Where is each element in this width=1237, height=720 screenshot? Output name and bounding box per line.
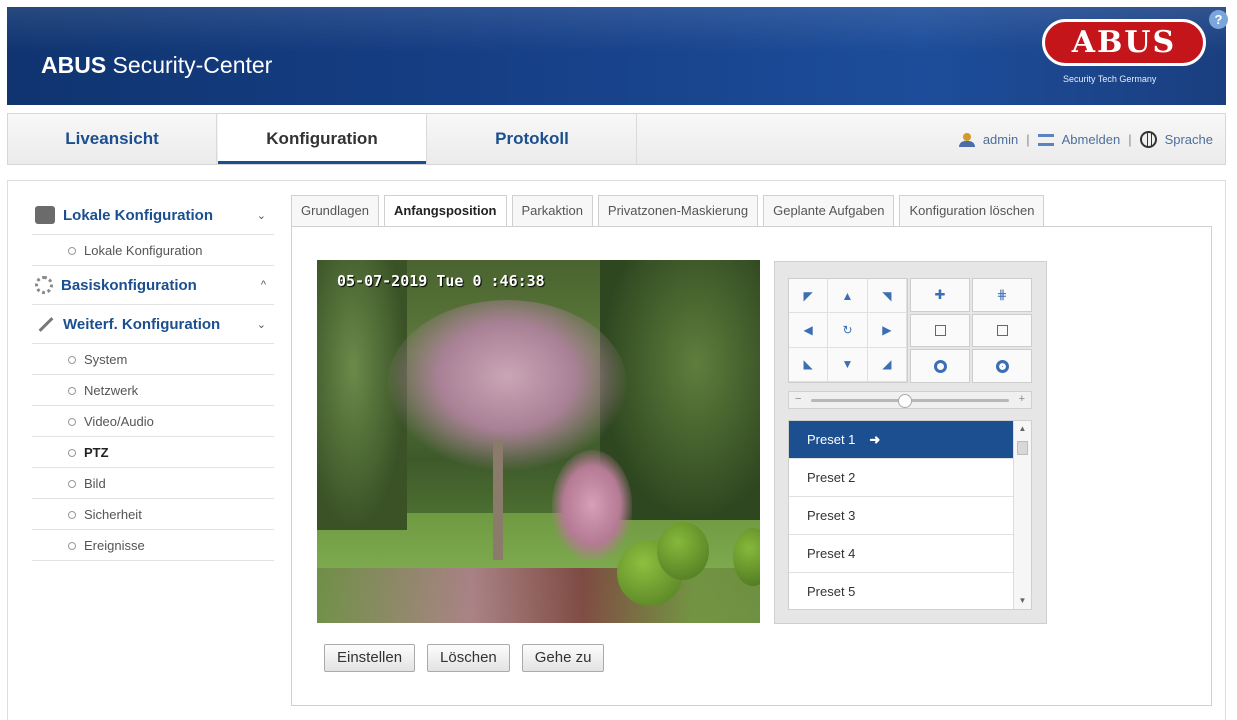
preset-item-4[interactable]: Preset 4 (789, 535, 1013, 573)
app-title-brand: ABUS (41, 52, 107, 78)
wrench-icon (35, 315, 55, 333)
video-scene (493, 440, 503, 560)
sidebar-item-ptz[interactable]: PTZ (32, 437, 274, 468)
language-link[interactable]: Sprache (1165, 132, 1213, 147)
app-title-rest: Security-Center (106, 52, 273, 78)
pan-down-right-icon[interactable]: ◢ (867, 347, 907, 382)
chevron-down-icon[interactable]: ⌄ (257, 318, 266, 331)
tab-liveansicht[interactable]: Liveansicht (8, 114, 216, 164)
live-video-preview[interactable]: 05-07-2019 Tue 0 :46:38 (317, 260, 760, 623)
tab-privatzonen-maskierung[interactable]: Privatzonen-Maskierung (597, 195, 759, 227)
tab-konfiguration-loeschen[interactable]: Konfiguration löschen (899, 195, 1045, 227)
preset-scrollbar[interactable]: ▲ ▼ (1013, 421, 1031, 609)
pan-left-icon[interactable]: ◀ (789, 313, 829, 348)
pan-right-icon[interactable]: ▶ (867, 313, 907, 348)
goto-button[interactable]: Gehe zu (521, 644, 605, 672)
local-config-icon (35, 206, 55, 224)
top-navigation: Liveansicht Konfiguration Protokoll admi… (7, 113, 1226, 165)
gear-icon (35, 276, 53, 294)
pan-up-icon[interactable]: ▲ (828, 279, 868, 314)
ptz-speed-slider[interactable]: − + (788, 391, 1032, 409)
nav-divider (636, 114, 637, 164)
scroll-thumb[interactable] (1017, 441, 1028, 455)
chevron-down-icon[interactable]: ⌄ (257, 209, 266, 222)
preset-item-5[interactable]: Preset 5 (789, 573, 1013, 609)
delete-button[interactable]: Löschen (427, 644, 510, 672)
sidebar-group-label: Weiterf. Konfiguration (63, 315, 221, 333)
sidebar-item-netzwerk[interactable]: Netzwerk (32, 375, 274, 406)
scroll-up-icon[interactable]: ▲ (1014, 421, 1031, 437)
globe-icon[interactable] (1139, 131, 1157, 148)
sidebar-item-ereignisse[interactable]: Ereignisse (32, 530, 274, 561)
sidebar-group-label: Lokale Konfiguration (63, 206, 213, 224)
action-buttons: Einstellen Löschen Gehe zu (324, 644, 616, 672)
tab-anfangsposition[interactable]: Anfangsposition (383, 195, 507, 227)
video-timestamp-osd: 05-07-2019 Tue 0 :46:38 (337, 272, 545, 290)
set-button[interactable]: Einstellen (324, 644, 416, 672)
logout-icon[interactable] (1037, 133, 1054, 146)
sidebar-item-lokale-konfiguration[interactable]: Lokale Konfiguration (32, 235, 274, 266)
pan-up-left-icon[interactable]: ◤ (789, 279, 829, 314)
sidebar-group-weiterf-konfiguration[interactable]: Weiterf. Konfiguration ⌄ (32, 305, 274, 344)
sidebar-item-video-audio[interactable]: Video/Audio (32, 406, 274, 437)
chevron-up-icon[interactable]: ^ (261, 279, 266, 291)
preset-item-3[interactable]: Preset 3 (789, 497, 1013, 535)
auto-pan-icon[interactable]: ↻ (828, 313, 868, 348)
logo-text: ABUS (1071, 25, 1177, 60)
username: admin (982, 132, 1019, 147)
slider-plus-icon: + (1018, 393, 1025, 405)
separator: | (1128, 132, 1132, 147)
header-banner: ABUS Security-Center (7, 7, 1226, 105)
logout-link[interactable]: Abmelden (1062, 132, 1121, 147)
zoom-in-icon[interactable]: ✚ (910, 278, 970, 312)
iris-close-icon[interactable] (972, 349, 1032, 383)
sidebar-group-lokale-konfiguration[interactable]: Lokale Konfiguration ⌄ (32, 196, 274, 235)
preset-item-1[interactable]: Preset 1 ➜ (789, 421, 1013, 459)
video-scene (552, 450, 632, 560)
focus-near-icon[interactable] (910, 313, 970, 348)
user-icon (958, 132, 975, 147)
tab-grundlagen[interactable]: Grundlagen (291, 195, 379, 227)
tab-konfiguration[interactable]: Konfiguration (218, 114, 426, 164)
sidebar-group-basiskonfiguration[interactable]: Basiskonfiguration ^ (32, 266, 274, 305)
video-scene (387, 300, 627, 470)
separator: | (1026, 132, 1030, 147)
sidebar-item-sicherheit[interactable]: Sicherheit (32, 499, 274, 530)
preset-list: Preset 1 ➜ Preset 2 Preset 3 Preset 4 Pre… (788, 420, 1032, 610)
tab-protokoll[interactable]: Protokoll (428, 114, 636, 164)
preset-item-2[interactable]: Preset 2 (789, 459, 1013, 497)
sidebar: Lokale Konfiguration ⌄ Lokale Konfigurat… (32, 196, 274, 561)
slider-knob[interactable] (898, 394, 912, 408)
scroll-down-icon[interactable]: ▼ (1014, 593, 1031, 609)
iris-open-icon[interactable] (910, 349, 970, 383)
pan-down-icon[interactable]: ▼ (828, 347, 868, 382)
ptz-direction-pad: ◤ ▲ ◥ ◀ ↻ ▶ ◣ ▼ ◢ (788, 278, 908, 383)
logo-subtitle: Security Tech Germany (1063, 74, 1157, 84)
sidebar-item-system[interactable]: System (32, 344, 274, 375)
sidebar-group-label: Basiskonfiguration (61, 276, 197, 294)
help-icon[interactable]: ? (1209, 10, 1228, 29)
sidebar-item-bild[interactable]: Bild (32, 468, 274, 499)
tab-parkaktion[interactable]: Parkaktion (511, 195, 593, 227)
ptz-function-buttons: ✚ ⋕ (910, 278, 1032, 383)
zoom-out-icon[interactable]: ⋕ (972, 278, 1032, 312)
nav-divider (216, 114, 217, 164)
subtab-bar: Grundlagen Anfangsposition Parkaktion Pr… (291, 195, 1049, 227)
user-area: admin | Abmelden | Sprache (955, 131, 1217, 148)
abus-logo: ABUS (1042, 19, 1206, 66)
pan-up-right-icon[interactable]: ◥ (867, 279, 907, 314)
video-scene (657, 522, 709, 580)
nav-divider (426, 114, 427, 164)
focus-far-icon[interactable] (972, 313, 1032, 348)
tab-geplante-aufgaben[interactable]: Geplante Aufgaben (763, 195, 895, 227)
preset-label: Preset 1 (807, 432, 856, 447)
goto-preset-icon[interactable]: ➜ (869, 432, 880, 447)
app-title: ABUS Security-Center (41, 52, 272, 79)
slider-minus-icon: − (795, 393, 802, 405)
ptz-control-panel: ◤ ▲ ◥ ◀ ↻ ▶ ◣ ▼ ◢ ✚ ⋕ − + Preset 1 ➜ Pres… (774, 261, 1047, 624)
pan-down-left-icon[interactable]: ◣ (789, 347, 829, 382)
